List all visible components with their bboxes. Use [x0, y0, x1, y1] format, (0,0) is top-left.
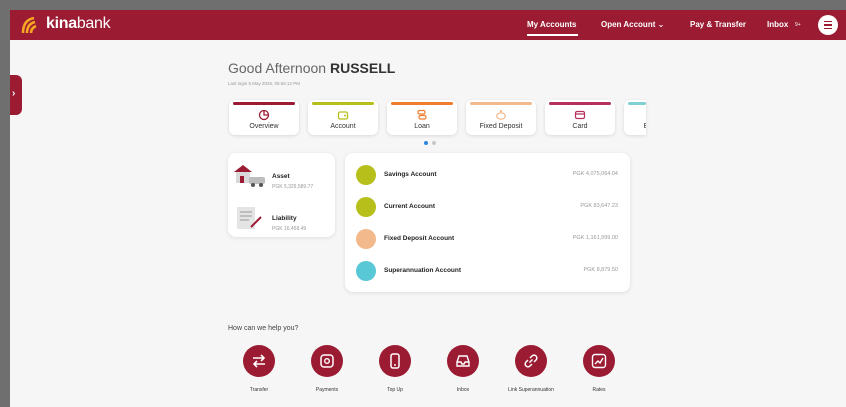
nav-pay-transfer[interactable]: Pay & Transfer	[690, 10, 746, 40]
app-window: kinabank My Accounts Open Account ⌄ Pay …	[10, 10, 846, 407]
active-nav-indicator	[527, 34, 578, 36]
account-row-current[interactable]: Current Account PGK 83,647.23	[345, 193, 630, 221]
piggy-bank-icon	[356, 229, 376, 249]
hamburger-menu-button[interactable]	[818, 15, 838, 35]
accounts-card: Savings Account PGK 4,075,064.04 Current…	[345, 153, 630, 292]
liability-title: Liability	[272, 215, 297, 222]
coins-icon	[417, 109, 427, 120]
top-navigation-bar: kinabank My Accounts Open Account ⌄ Pay …	[10, 10, 846, 40]
service-link-superannuation[interactable]: Link Superannuation	[501, 345, 561, 407]
greeting-heading: Good Afternoon RUSSELL	[228, 60, 396, 76]
asset-title: Asset	[272, 173, 290, 180]
wallet-icon	[337, 111, 349, 120]
service-top-up[interactable]: Top Up	[365, 345, 425, 407]
link-icon	[524, 354, 538, 368]
sidebar-expand-button[interactable]: ›	[10, 75, 22, 115]
service-payments[interactable]: Payments	[297, 345, 357, 407]
tile-card[interactable]: Card	[545, 100, 615, 135]
document-icon	[237, 207, 262, 229]
account-row-superannuation[interactable]: Superannuation Account PGK 8,879.50	[345, 257, 630, 285]
payments-icon	[320, 354, 334, 368]
user-name: RUSSELL	[329, 60, 396, 76]
house-car-icon	[234, 165, 265, 187]
liability-value: PGK 16,458.49	[272, 226, 307, 232]
account-row-fixed-deposit[interactable]: Fixed Deposit Account PGK 1,161,999.00	[345, 225, 630, 253]
asset-value: PGK 5,329,589.77	[272, 184, 314, 190]
brand-name[interactable]: kinabank	[46, 15, 111, 33]
last-login-text: Last login 5 May 2025, 05:56:12 PM	[228, 81, 301, 86]
nav-inbox[interactable]: Inbox	[767, 10, 788, 40]
inbox-icon	[456, 355, 470, 367]
card-icon	[574, 110, 586, 120]
wallet-icon	[356, 165, 376, 185]
tile-partial[interactable]: E	[624, 100, 646, 135]
tile-loan[interactable]: Loan	[387, 100, 457, 135]
service-inbox[interactable]: Inbox	[433, 345, 493, 407]
chevron-right-icon: ›	[12, 88, 16, 99]
pie-chart-icon	[258, 109, 270, 121]
phone-icon	[390, 353, 400, 369]
asset-liability-card: Asset PGK 5,329,589.77 Liability PGK 16,…	[228, 153, 335, 237]
piggy-bank-icon	[496, 110, 506, 120]
inbox-count-badge: 9+	[795, 22, 801, 28]
kinabank-logo-icon	[21, 16, 37, 34]
tile-overview[interactable]: Overview	[229, 100, 299, 135]
help-heading: How can we help you?	[228, 325, 299, 332]
chart-icon	[591, 353, 607, 369]
transfer-icon	[252, 354, 266, 368]
carousel-pager[interactable]	[424, 141, 444, 146]
nav-open-account[interactable]: Open Account ⌄	[601, 10, 664, 40]
wallet-icon	[356, 197, 376, 217]
tile-account[interactable]: Account	[308, 100, 378, 135]
service-transfer[interactable]: Transfer	[229, 345, 289, 407]
service-rates[interactable]: Rates	[569, 345, 629, 407]
tile-fixed-deposit[interactable]: Fixed Deposit	[466, 100, 536, 135]
account-row-savings[interactable]: Savings Account PGK 4,075,064.04	[345, 161, 630, 189]
link-icon	[356, 261, 376, 281]
